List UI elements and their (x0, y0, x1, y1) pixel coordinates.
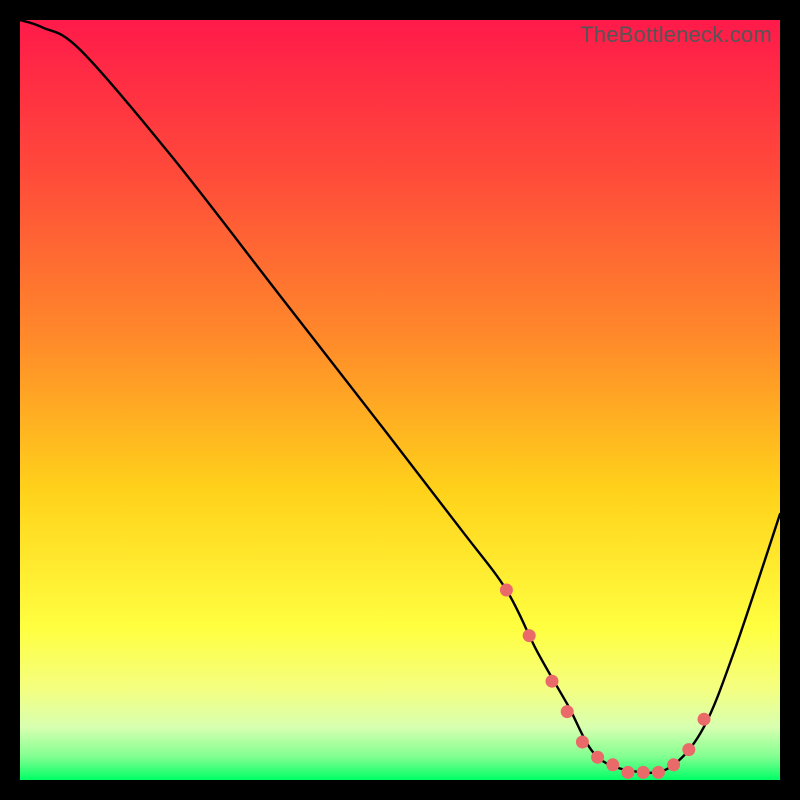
watermark-text: TheBottleneck.com (580, 22, 772, 48)
plot-area: TheBottleneck.com (20, 20, 780, 780)
gradient-background (20, 20, 780, 780)
chart-frame: TheBottleneck.com (0, 0, 800, 800)
